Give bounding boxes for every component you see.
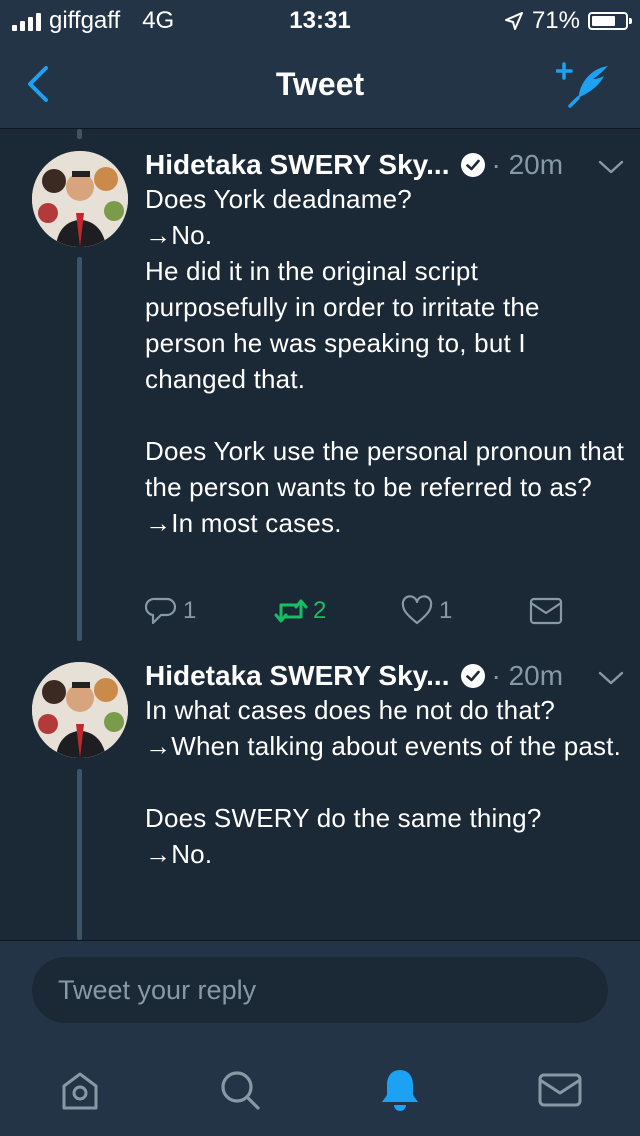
- avatar-image: [32, 151, 128, 247]
- tweet-header: Hidetaka SWERY Sky... · 20m: [145, 656, 625, 696]
- battery-icon: [588, 12, 632, 30]
- retweet-count: 2: [313, 597, 327, 624]
- tweet-time: · 20m: [491, 149, 564, 180]
- tweet-thread: Hidetaka SWERY Sky... · 20m Does York de…: [0, 129, 640, 940]
- verified-badge-icon: [460, 664, 485, 688]
- tweet-header: Hidetaka SWERY Sky... · 20m: [145, 145, 625, 185]
- like-button[interactable]: 1: [401, 595, 452, 627]
- retweet-button[interactable]: 2: [273, 595, 326, 627]
- verified-badge-icon: [460, 153, 485, 177]
- battery-level: [592, 16, 615, 26]
- tweet[interactable]: Hidetaka SWERY Sky... · 20m Does York de…: [0, 129, 640, 639]
- envelope-icon: [529, 597, 563, 625]
- reply-button[interactable]: 1: [145, 595, 196, 627]
- messages-icon[interactable]: [536, 1066, 584, 1114]
- status-bar-right: 71%: [504, 7, 632, 35]
- tweet-paragraph: In what cases does he not do that? →When…: [145, 695, 622, 761]
- retweet-icon: [274, 599, 308, 623]
- reply-input[interactable]: [32, 957, 608, 1023]
- nav-bar: Tweet: [0, 40, 640, 129]
- author-name[interactable]: Hidetaka SWERY Sky...: [145, 149, 450, 181]
- avatar[interactable]: [32, 662, 128, 758]
- chevron-down-icon[interactable]: [598, 670, 624, 686]
- battery-percent: 71%: [531, 7, 580, 34]
- tweet-actions: 1 2 1: [145, 595, 625, 635]
- author-name[interactable]: Hidetaka SWERY Sky...: [145, 660, 450, 692]
- tab-bar: [0, 1044, 640, 1136]
- compose-tweet-icon[interactable]: [556, 60, 614, 108]
- heart-icon: [401, 595, 433, 625]
- direct-message-button[interactable]: [529, 595, 563, 627]
- tweet-paragraph: Does York use the personal pronoun that …: [145, 436, 625, 538]
- status-bar: giffgaff 4G 13:31 71%: [0, 0, 640, 40]
- tweet-text: Does York deadname? →No. He did it in th…: [145, 181, 625, 541]
- chevron-down-icon[interactable]: [598, 159, 624, 175]
- avatar-image: [32, 662, 128, 758]
- reply-icon: [145, 597, 177, 625]
- search-icon[interactable]: [216, 1066, 264, 1114]
- page-title: Tweet: [275, 66, 365, 102]
- reply-bar: [0, 940, 640, 1045]
- avatar[interactable]: [32, 151, 128, 247]
- home-icon[interactable]: [56, 1066, 104, 1114]
- tweet-text: In what cases does he not do that? →When…: [145, 692, 625, 872]
- tweet-paragraph: Does York deadname? →No. He did it in th…: [145, 184, 540, 394]
- like-count: 1: [439, 597, 453, 624]
- location-arrow-icon: [504, 12, 523, 30]
- tweet[interactable]: Hidetaka SWERY Sky... · 20m In what case…: [0, 640, 640, 940]
- reply-count: 1: [183, 597, 197, 624]
- tweet-time: · 20m: [491, 660, 564, 691]
- notifications-icon[interactable]: [376, 1066, 424, 1114]
- tweet-paragraph: Does SWERY do the same thing? →No.: [145, 803, 542, 869]
